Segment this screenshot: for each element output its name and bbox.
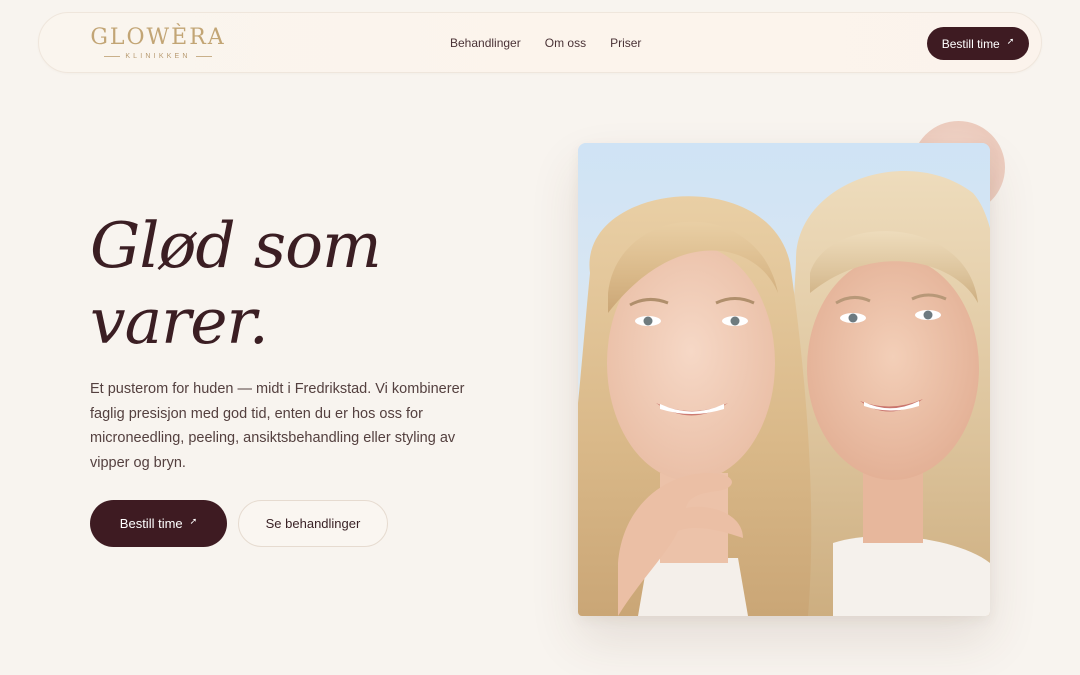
hero-title-line-1: Glød som [90, 209, 382, 282]
nav-item-om-oss[interactable]: Om oss [545, 35, 586, 51]
header-book-button[interactable]: Bestill time ➚ [927, 27, 1029, 60]
nav-item-priser[interactable]: Priser [610, 35, 641, 51]
nav-item-behandlinger[interactable]: Behandlinger [450, 35, 521, 51]
hero-actions: Bestill time ➚ Se behandlinger [90, 500, 388, 547]
arrow-up-right-icon: ➚ [189, 516, 198, 526]
hero-photo-illustration [578, 143, 990, 616]
arrow-up-right-icon: ➚ [1006, 36, 1015, 46]
logo-divider-right [195, 56, 212, 57]
hero-photo [578, 143, 990, 616]
logo[interactable]: GLOWÈRA KLINIKKEN [87, 25, 229, 61]
book-appointment-label: Bestill time [119, 516, 183, 531]
book-appointment-button[interactable]: Bestill time ➚ [90, 500, 227, 547]
logo-subtitle: KLINIKKEN [125, 53, 191, 60]
hero-title: Glød som varer. [90, 208, 490, 360]
header-book-label: Bestill time [941, 36, 1000, 51]
logo-wordmark: GLOWÈRA [90, 25, 226, 50]
hero-title-line-2: varer. [90, 285, 269, 358]
see-treatments-button[interactable]: Se behandlinger [238, 500, 388, 547]
hero-description: Et pusterom for huden — midt i Fredrikst… [90, 381, 465, 471]
main-nav: Behandlinger Om oss Priser [450, 35, 641, 51]
logo-divider-left [104, 56, 121, 57]
logo-subline: KLINIKKEN [87, 53, 229, 60]
site-header: GLOWÈRA KLINIKKEN Behandlinger Om oss Pr… [38, 12, 1042, 73]
